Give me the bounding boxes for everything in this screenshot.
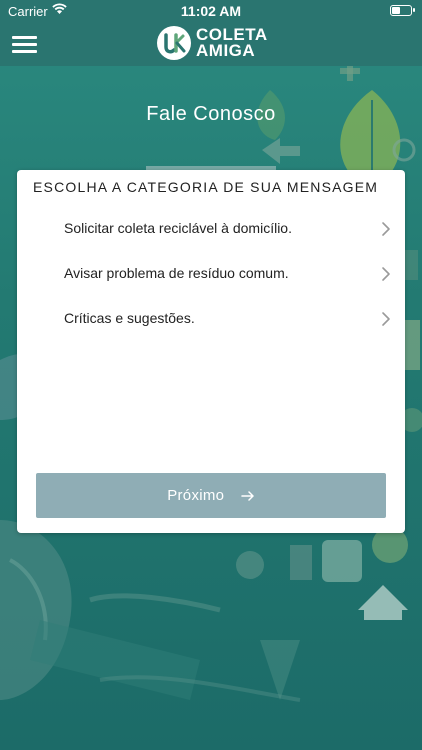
logo-text: COLETA AMIGA <box>196 26 268 60</box>
option-avisar-problema[interactable]: Avisar problema de resíduo comum. <box>17 255 405 295</box>
next-button-label: Próximo <box>167 487 225 504</box>
arrow-right-icon <box>241 491 254 501</box>
card-heading: ESCOLHA A CATEGORIA DE SUA MENSAGEM <box>33 179 379 195</box>
battery-icon <box>390 5 415 16</box>
hamburger-menu-button[interactable] <box>12 36 37 53</box>
nav-bar: COLETA AMIGA <box>0 22 422 66</box>
chevron-right-icon <box>382 267 390 281</box>
page-title: Fale Conosco <box>146 103 276 125</box>
logo-text-line2: AMIGA <box>196 41 256 60</box>
chevron-right-icon <box>382 312 390 326</box>
status-time: 11:02 AM <box>180 3 242 19</box>
option-label: Críticas e sugestões. <box>64 310 195 326</box>
logo-mark-icon <box>157 26 191 60</box>
category-card: ESCOLHA A CATEGORIA DE SUA MENSAGEM Soli… <box>17 170 405 533</box>
option-solicitar-coleta[interactable]: Solicitar coleta reciclável à domicílio. <box>17 210 405 250</box>
option-label: Solicitar coleta reciclável à domicílio. <box>64 220 292 236</box>
next-button[interactable]: Próximo <box>36 473 386 518</box>
chevron-right-icon <box>382 222 390 236</box>
status-bar: Carrier 11:02 AM <box>0 0 422 22</box>
option-label: Avisar problema de resíduo comum. <box>64 265 289 281</box>
option-criticas-sugestoes[interactable]: Críticas e sugestões. <box>17 300 405 340</box>
